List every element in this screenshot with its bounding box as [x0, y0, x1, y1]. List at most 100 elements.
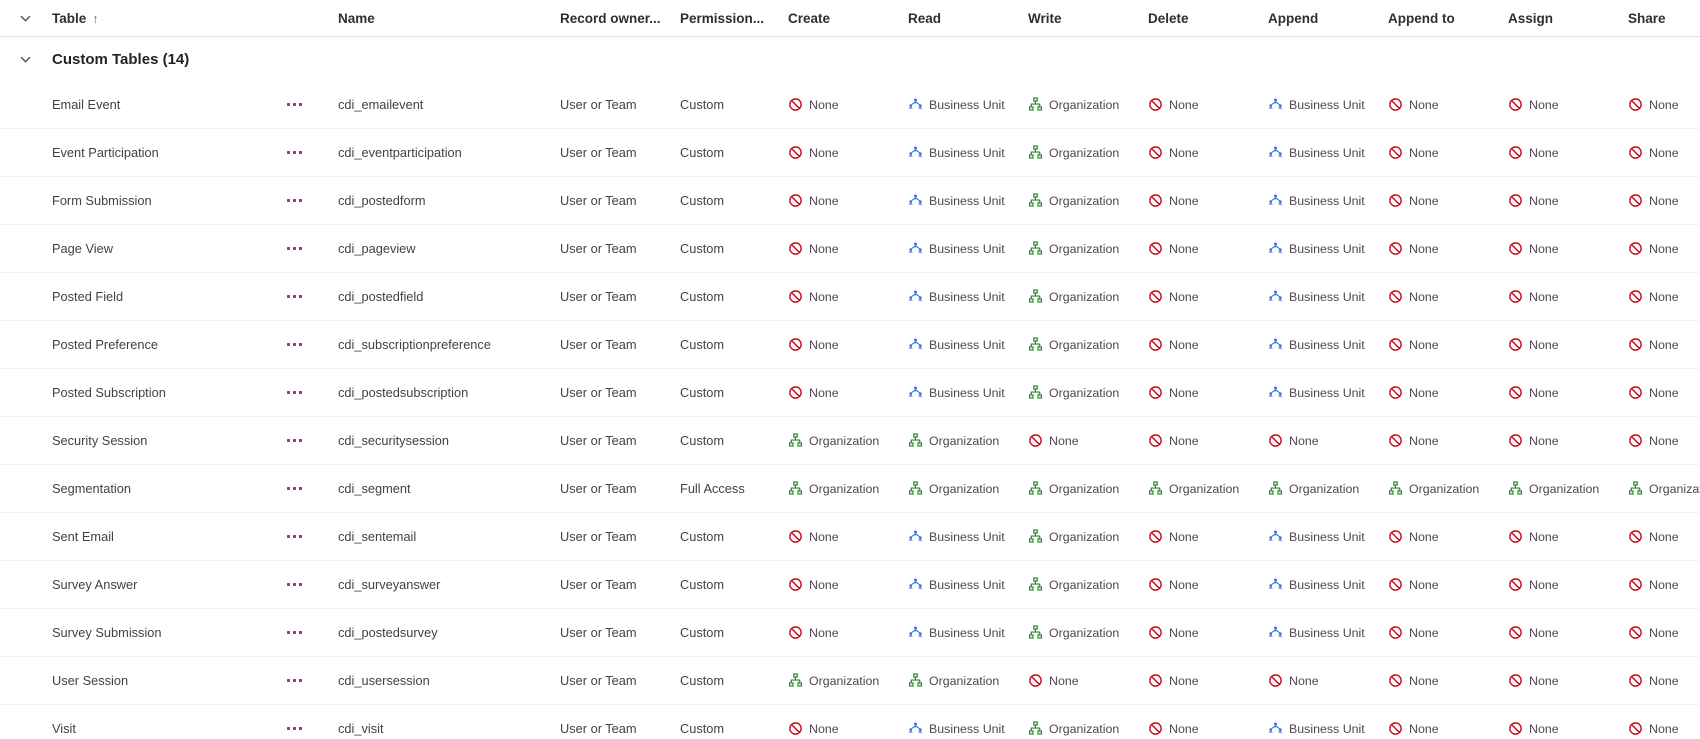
permission-cell-read[interactable]: Business Unit — [905, 97, 1025, 112]
column-header-permission[interactable]: Permission... — [680, 11, 785, 26]
permission-cell-write[interactable]: None — [1025, 433, 1145, 448]
permission-cell-share[interactable]: None — [1625, 97, 1700, 112]
group-header-row[interactable]: Custom Tables (14) — [0, 37, 1700, 81]
permission-cell-assign[interactable]: None — [1505, 337, 1625, 352]
more-options-button[interactable] — [285, 339, 304, 350]
permission-cell-create[interactable]: None — [785, 97, 905, 112]
more-options-button[interactable] — [285, 483, 304, 494]
permission-cell-write[interactable]: None — [1025, 673, 1145, 688]
column-header-share[interactable]: Share — [1625, 11, 1700, 26]
column-header-append-to[interactable]: Append to — [1385, 11, 1505, 26]
permission-cell-write[interactable]: Organization — [1025, 385, 1145, 400]
permission-cell-read[interactable]: Business Unit — [905, 721, 1025, 736]
permission-cell-read[interactable]: Business Unit — [905, 577, 1025, 592]
permission-cell-write[interactable]: Organization — [1025, 529, 1145, 544]
permission-cell-create[interactable]: Organization — [785, 673, 905, 688]
permission-cell-append[interactable]: Business Unit — [1265, 289, 1385, 304]
more-options-button[interactable] — [285, 531, 304, 542]
permission-cell-write[interactable]: Organization — [1025, 721, 1145, 736]
permission-cell-delete[interactable]: None — [1145, 385, 1265, 400]
permission-cell-delete[interactable]: None — [1145, 289, 1265, 304]
permission-cell-append-to[interactable]: None — [1385, 97, 1505, 112]
permission-cell-write[interactable]: Organization — [1025, 193, 1145, 208]
permission-cell-share[interactable]: None — [1625, 337, 1700, 352]
permission-cell-assign[interactable]: None — [1505, 625, 1625, 640]
permission-cell-append[interactable]: Business Unit — [1265, 97, 1385, 112]
permission-cell-append[interactable]: Business Unit — [1265, 337, 1385, 352]
permission-cell-write[interactable]: Organization — [1025, 289, 1145, 304]
permission-cell-write[interactable]: Organization — [1025, 625, 1145, 640]
permission-cell-share[interactable]: None — [1625, 433, 1700, 448]
permission-cell-share[interactable]: None — [1625, 385, 1700, 400]
table-row[interactable]: Posted Subscription cdi_postedsubscripti… — [0, 369, 1700, 417]
permission-cell-append-to[interactable]: None — [1385, 193, 1505, 208]
permission-cell-append-to[interactable]: None — [1385, 721, 1505, 736]
column-header-assign[interactable]: Assign — [1505, 11, 1625, 26]
permission-cell-append-to[interactable]: Organization — [1385, 481, 1505, 496]
permission-cell-create[interactable]: Organization — [785, 433, 905, 448]
permission-cell-write[interactable]: Organization — [1025, 97, 1145, 112]
permission-cell-share[interactable]: None — [1625, 241, 1700, 256]
permission-cell-append[interactable]: Business Unit — [1265, 193, 1385, 208]
more-options-button[interactable] — [285, 675, 304, 686]
column-header-name[interactable]: Name — [338, 11, 560, 26]
permission-cell-read[interactable]: Business Unit — [905, 289, 1025, 304]
column-header-read[interactable]: Read — [905, 11, 1025, 26]
collapse-group-button[interactable] — [0, 53, 50, 66]
permission-cell-create[interactable]: None — [785, 721, 905, 736]
permission-cell-append[interactable]: Business Unit — [1265, 625, 1385, 640]
permission-cell-write[interactable]: Organization — [1025, 481, 1145, 496]
permission-cell-share[interactable]: None — [1625, 289, 1700, 304]
permission-cell-delete[interactable]: None — [1145, 721, 1265, 736]
permission-cell-share[interactable]: None — [1625, 625, 1700, 640]
permission-cell-delete[interactable]: None — [1145, 529, 1265, 544]
permission-cell-read[interactable]: Business Unit — [905, 337, 1025, 352]
permission-cell-append[interactable]: Business Unit — [1265, 529, 1385, 544]
more-options-button[interactable] — [285, 99, 304, 110]
permission-cell-create[interactable]: None — [785, 289, 905, 304]
permission-cell-assign[interactable]: None — [1505, 433, 1625, 448]
column-header-delete[interactable]: Delete — [1145, 11, 1265, 26]
permission-cell-append[interactable]: Business Unit — [1265, 241, 1385, 256]
permission-cell-append-to[interactable]: None — [1385, 625, 1505, 640]
permission-cell-assign[interactable]: None — [1505, 193, 1625, 208]
permission-cell-share[interactable]: Organization — [1625, 481, 1700, 496]
permission-cell-assign[interactable]: None — [1505, 97, 1625, 112]
permission-cell-assign[interactable]: None — [1505, 577, 1625, 592]
permission-cell-read[interactable]: Business Unit — [905, 529, 1025, 544]
more-options-button[interactable] — [285, 579, 304, 590]
permission-cell-read[interactable]: Organization — [905, 481, 1025, 496]
permission-cell-read[interactable]: Business Unit — [905, 145, 1025, 160]
permission-cell-create[interactable]: Organization — [785, 481, 905, 496]
permission-cell-append[interactable]: Business Unit — [1265, 577, 1385, 592]
permission-cell-append[interactable]: Organization — [1265, 481, 1385, 496]
permission-cell-append-to[interactable]: None — [1385, 337, 1505, 352]
permission-cell-assign[interactable]: None — [1505, 385, 1625, 400]
permission-cell-create[interactable]: None — [785, 241, 905, 256]
permission-cell-read[interactable]: Organization — [905, 433, 1025, 448]
table-row[interactable]: Posted Preference cdi_subscriptionprefer… — [0, 321, 1700, 369]
permission-cell-delete[interactable]: None — [1145, 97, 1265, 112]
permission-cell-append-to[interactable]: None — [1385, 289, 1505, 304]
permission-cell-delete[interactable]: None — [1145, 673, 1265, 688]
permission-cell-read[interactable]: Business Unit — [905, 241, 1025, 256]
permission-cell-write[interactable]: Organization — [1025, 241, 1145, 256]
permission-cell-append[interactable]: Business Unit — [1265, 145, 1385, 160]
column-header-append[interactable]: Append — [1265, 11, 1385, 26]
permission-cell-share[interactable]: None — [1625, 145, 1700, 160]
permission-cell-write[interactable]: Organization — [1025, 577, 1145, 592]
permission-cell-assign[interactable]: None — [1505, 673, 1625, 688]
more-options-button[interactable] — [285, 147, 304, 158]
more-options-button[interactable] — [285, 723, 304, 734]
permission-cell-read[interactable]: Organization — [905, 673, 1025, 688]
permission-cell-read[interactable]: Business Unit — [905, 385, 1025, 400]
table-row[interactable]: Visit cdi_visit User or Team Custom None… — [0, 705, 1700, 739]
permission-cell-append-to[interactable]: None — [1385, 241, 1505, 256]
more-options-button[interactable] — [285, 435, 304, 446]
permission-cell-create[interactable]: None — [785, 193, 905, 208]
permission-cell-append[interactable]: None — [1265, 433, 1385, 448]
permission-cell-share[interactable]: None — [1625, 673, 1700, 688]
permission-cell-create[interactable]: None — [785, 145, 905, 160]
permission-cell-create[interactable]: None — [785, 577, 905, 592]
permission-cell-assign[interactable]: None — [1505, 145, 1625, 160]
